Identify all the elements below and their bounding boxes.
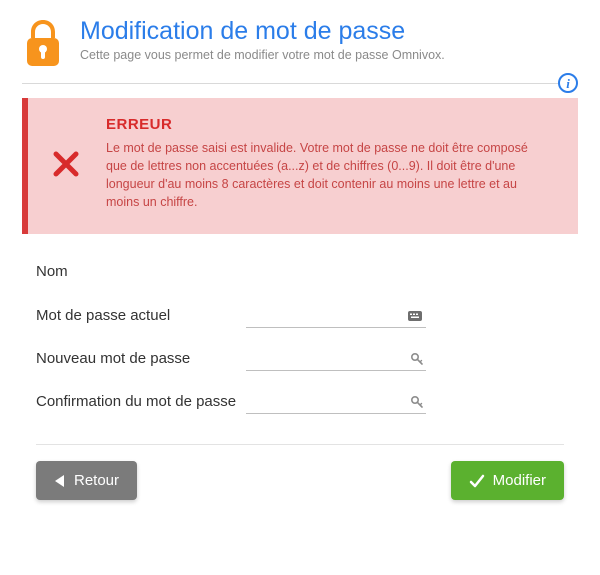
back-button-label: Retour [74,472,119,489]
lock-icon [22,18,64,73]
confirm-password-input[interactable] [246,389,426,414]
triangle-left-icon [54,474,66,488]
submit-button-label: Modifier [493,472,546,489]
name-label: Nom [36,262,246,282]
key-icon[interactable] [410,352,424,366]
actions-divider [36,444,564,445]
error-banner: ERREUR Le mot de passe saisi est invalid… [22,98,578,234]
current-password-label: Mot de passe actuel [36,306,246,326]
header-divider [22,83,578,84]
page-title: Modification de mot de passe [80,18,445,46]
error-message: Le mot de passe saisi est invalide. Votr… [106,139,552,212]
current-password-input[interactable] [246,303,426,328]
back-button[interactable]: Retour [36,461,137,500]
check-icon [469,474,485,488]
submit-button[interactable]: Modifier [451,461,564,500]
confirm-password-label: Confirmation du mot de passe [36,392,246,412]
new-password-label: Nouveau mot de passe [36,349,246,369]
key-icon[interactable] [410,395,424,409]
error-title: ERREUR [106,116,552,133]
keyboard-icon[interactable] [408,309,424,323]
info-icon[interactable]: i [558,73,578,93]
new-password-input[interactable] [246,346,426,371]
page-subtitle: Cette page vous permet de modifier votre… [80,48,445,62]
error-x-icon [44,150,88,178]
